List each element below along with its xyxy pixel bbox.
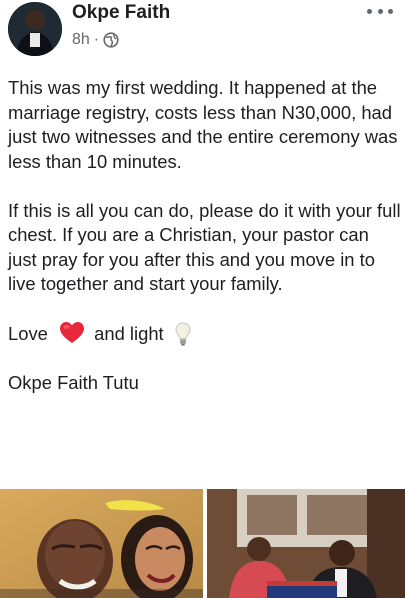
- love-text: Love: [8, 323, 48, 344]
- meta-separator: ·: [93, 31, 100, 48]
- couple-photo[interactable]: [0, 489, 203, 598]
- post-paragraph-1: This was my first wedding. It happened a…: [8, 77, 398, 172]
- post-photos: [0, 489, 405, 598]
- ellipsis-icon-dot: [367, 8, 372, 14]
- post-header: Okpe Faith 8h ·: [0, 0, 405, 56]
- ellipsis-icon-dot: [377, 8, 383, 14]
- and-light-text: and light: [94, 323, 164, 344]
- author-name[interactable]: Okpe Faith: [72, 2, 170, 24]
- ellipsis-icon-dot: [388, 8, 393, 14]
- post-body: This was my first wedding. It happened a…: [8, 76, 402, 420]
- post-meta: 8h ·: [72, 31, 119, 49]
- author-avatar[interactable]: [8, 2, 62, 56]
- globe-icon: [103, 32, 119, 48]
- post-paragraph-3: Love and light: [8, 321, 402, 347]
- post-paragraph-2: If this is all you can do, please do it …: [8, 199, 401, 295]
- signature-text: Okpe Faith Tutu: [8, 372, 139, 393]
- post-time[interactable]: 8h: [72, 31, 90, 49]
- light-bulb-icon: [175, 322, 191, 346]
- more-options-button[interactable]: [367, 2, 393, 20]
- ceremony-photo[interactable]: [207, 489, 405, 598]
- red-heart-icon: [59, 321, 85, 345]
